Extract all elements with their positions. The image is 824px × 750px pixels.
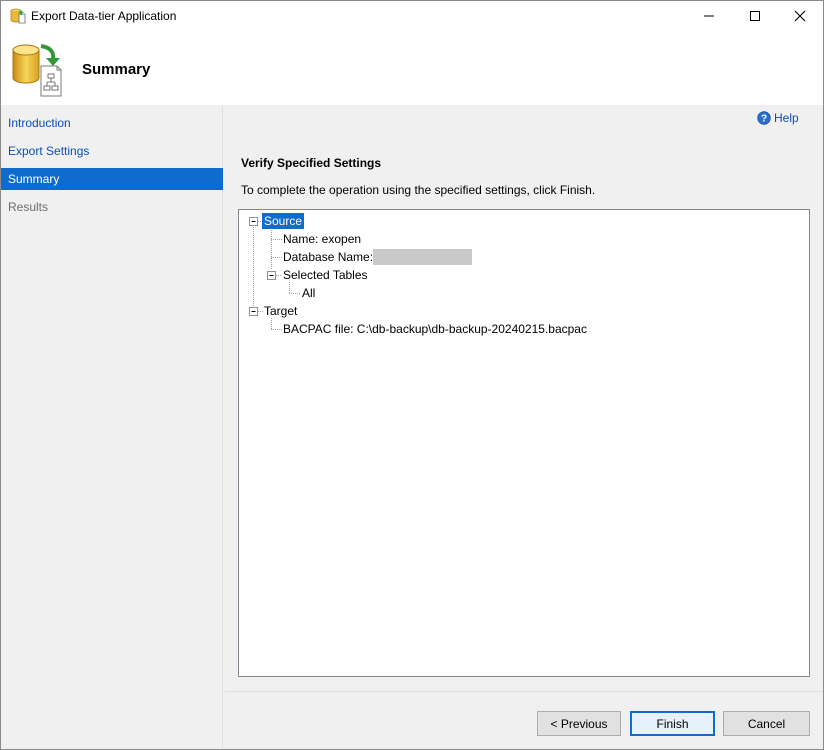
page-title: Summary (82, 61, 151, 78)
title-bar: Export Data-tier Application (1, 1, 823, 31)
cancel-button[interactable]: Cancel (723, 711, 810, 736)
instruction-text: To complete the operation using the spec… (241, 183, 596, 197)
window-title: Export Data-tier Application (31, 9, 177, 23)
database-to-document-icon (12, 44, 62, 97)
tree-node-target[interactable]: Target (264, 303, 297, 319)
export-dialog: Export Data-tier Application Summary Int… (0, 0, 824, 750)
maximize-icon (750, 11, 760, 21)
close-button[interactable] (777, 1, 823, 31)
settings-tree[interactable]: Source Name: exopen Database Name: Selec… (238, 209, 810, 677)
tree-node-selected-tables[interactable]: Selected Tables (283, 267, 368, 283)
sidebar-item-summary[interactable]: Summary (1, 168, 223, 190)
sidebar: Introduction Export Settings Summary Res… (1, 106, 223, 749)
finish-button[interactable]: Finish (630, 711, 715, 736)
close-icon (794, 10, 806, 22)
sidebar-item-introduction[interactable]: Introduction (1, 112, 223, 134)
tree-node-all[interactable]: All (302, 285, 315, 301)
section-title: Verify Specified Settings (241, 156, 382, 170)
sidebar-item-results: Results (8, 200, 49, 214)
footer: < Previous Finish Cancel (225, 691, 823, 749)
header-banner: Summary (1, 31, 823, 105)
tree-node-database-name[interactable]: Database Name: (283, 249, 473, 265)
redacted-value (373, 249, 473, 265)
help-icon: ? (757, 111, 771, 125)
main-content: ? Help Verify Specified Settings To comp… (225, 106, 823, 691)
svg-text:?: ? (761, 114, 767, 125)
maximize-button[interactable] (732, 1, 778, 31)
tree-node-name[interactable]: Name: exopen (283, 231, 361, 247)
minimize-button[interactable] (686, 1, 732, 31)
database-name-label: Database Name: (283, 250, 374, 264)
minimize-icon (704, 15, 714, 17)
tree-node-bacpac-file[interactable]: BACPAC file: C:\db-backup\db-backup-2024… (283, 321, 587, 337)
database-export-icon (10, 8, 26, 24)
previous-button[interactable]: < Previous (537, 711, 621, 736)
help-label: Help (774, 111, 799, 125)
tree-node-source[interactable]: Source (260, 212, 306, 230)
sidebar-item-export-settings[interactable]: Export Settings (1, 140, 223, 162)
help-link[interactable]: ? Help (757, 111, 799, 125)
